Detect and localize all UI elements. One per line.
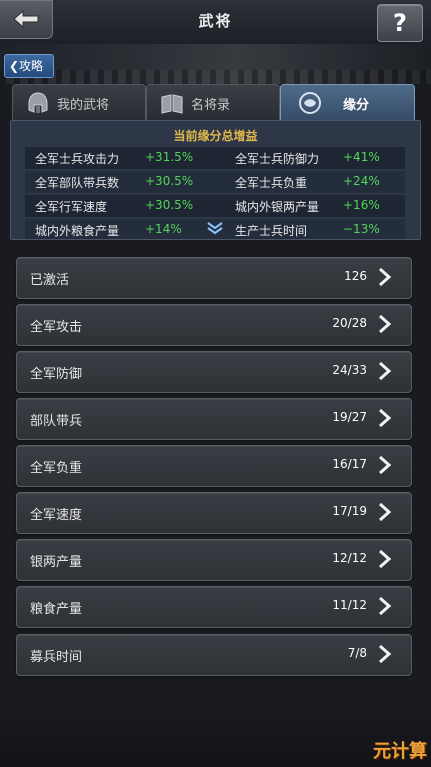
tab-label: 缘分 [343,98,370,113]
stat-label: 城内外银两产量 [235,200,320,214]
item-label: 全军防御 [30,367,83,382]
background-scenery [0,44,431,84]
top-bar: 武将 ? [0,0,431,45]
list-item[interactable]: 全军负重 16/17 [16,445,412,487]
chevron-right-icon [377,644,393,668]
stat-row: 全军士兵攻击力 +31.5% 全军士兵防御力 +41% [25,147,405,169]
item-label: 已激活 [30,273,70,288]
list-item[interactable]: 部队带兵 19/27 [16,398,412,440]
item-count: 19/27 [332,410,367,424]
stat-value: +41% [343,150,380,164]
item-label: 募兵时间 [30,650,83,665]
stat-value: +30.5% [145,174,194,188]
chevron-right-icon [377,549,393,573]
chevron-right-icon [377,361,393,385]
list-item[interactable]: 粮食产量 11/12 [16,586,412,628]
fate-icon [295,90,325,120]
chevron-right-icon [377,408,393,432]
stat-row: 全军部队带兵数 +30.5% 全军士兵负重 +24% [25,171,405,193]
item-count: 16/17 [332,457,367,471]
chevron-right-icon [377,267,393,291]
chevron-right-icon [377,314,393,338]
chevron-right-icon [377,502,393,526]
item-label: 全军攻击 [30,320,83,335]
item-label: 部队带兵 [30,414,83,429]
stat-value: +31.5% [145,150,194,164]
stat-label: 全军士兵防御力 [235,152,320,166]
guide-button[interactable]: ❮ 攻略 [4,54,54,78]
chevron-right-icon [377,455,393,479]
stat-value: +14% [145,222,182,236]
stat-value: +16% [343,198,380,212]
chevron-left-icon: ❮ [9,59,20,73]
item-label: 银两产量 [30,555,83,570]
tab-my-generals[interactable]: 我的武将 [12,84,146,121]
stat-label: 生产士兵时间 [235,224,308,238]
item-count: 126 [344,269,367,283]
stat-label: 城内外粮食产量 [35,224,120,238]
list-item[interactable]: 全军攻击 20/28 [16,304,412,346]
stat-label: 全军士兵攻击力 [35,152,120,166]
tab-label: 我的武将 [57,98,110,113]
item-label: 粮食产量 [30,602,83,617]
list-item[interactable]: 募兵时间 7/8 [16,634,412,676]
item-count: 11/12 [332,598,367,612]
item-count: 12/12 [332,551,367,565]
list-item[interactable]: 已激活 126 [16,257,412,299]
item-count: 20/28 [332,316,367,330]
list-item[interactable]: 全军速度 17/19 [16,492,412,534]
stat-value: +30.5% [145,198,194,212]
page-title: 武将 [198,12,233,30]
list-item[interactable]: 银两产量 12/12 [16,539,412,581]
help-button[interactable]: ? [377,4,423,42]
book-icon [159,90,185,120]
fate-bonus-panel: 当前缘分总增益 全军士兵攻击力 +31.5% 全军士兵防御力 +41% 全军部队… [10,120,421,240]
tab-fate[interactable]: 缘分 [280,84,415,121]
helmet-icon [25,90,51,120]
stat-value: +24% [343,174,380,188]
stat-label: 全军部队带兵数 [35,176,120,190]
item-count: 24/33 [332,363,367,377]
double-chevron-down-icon[interactable] [206,221,224,238]
stat-value: −13% [343,222,380,236]
item-label: 全军负重 [30,461,83,476]
stat-row: 全军行军速度 +30.5% 城内外银两产量 +16% [25,195,405,217]
item-count: 7/8 [347,646,367,660]
panel-title: 当前缘分总增益 [173,129,258,143]
watermark-logo: 元计算 [373,741,427,762]
tab-label: 名将录 [191,98,231,113]
stat-label: 全军士兵负重 [235,176,308,190]
bottom-area [0,700,431,767]
stat-label: 全军行军速度 [35,200,108,214]
guide-label: 攻略 [19,59,44,73]
chevron-right-icon [377,596,393,620]
item-label: 全军速度 [30,508,83,523]
tab-famous-generals[interactable]: 名将录 [146,84,280,121]
list-item[interactable]: 全军防御 24/33 [16,351,412,393]
item-count: 17/19 [332,504,367,518]
